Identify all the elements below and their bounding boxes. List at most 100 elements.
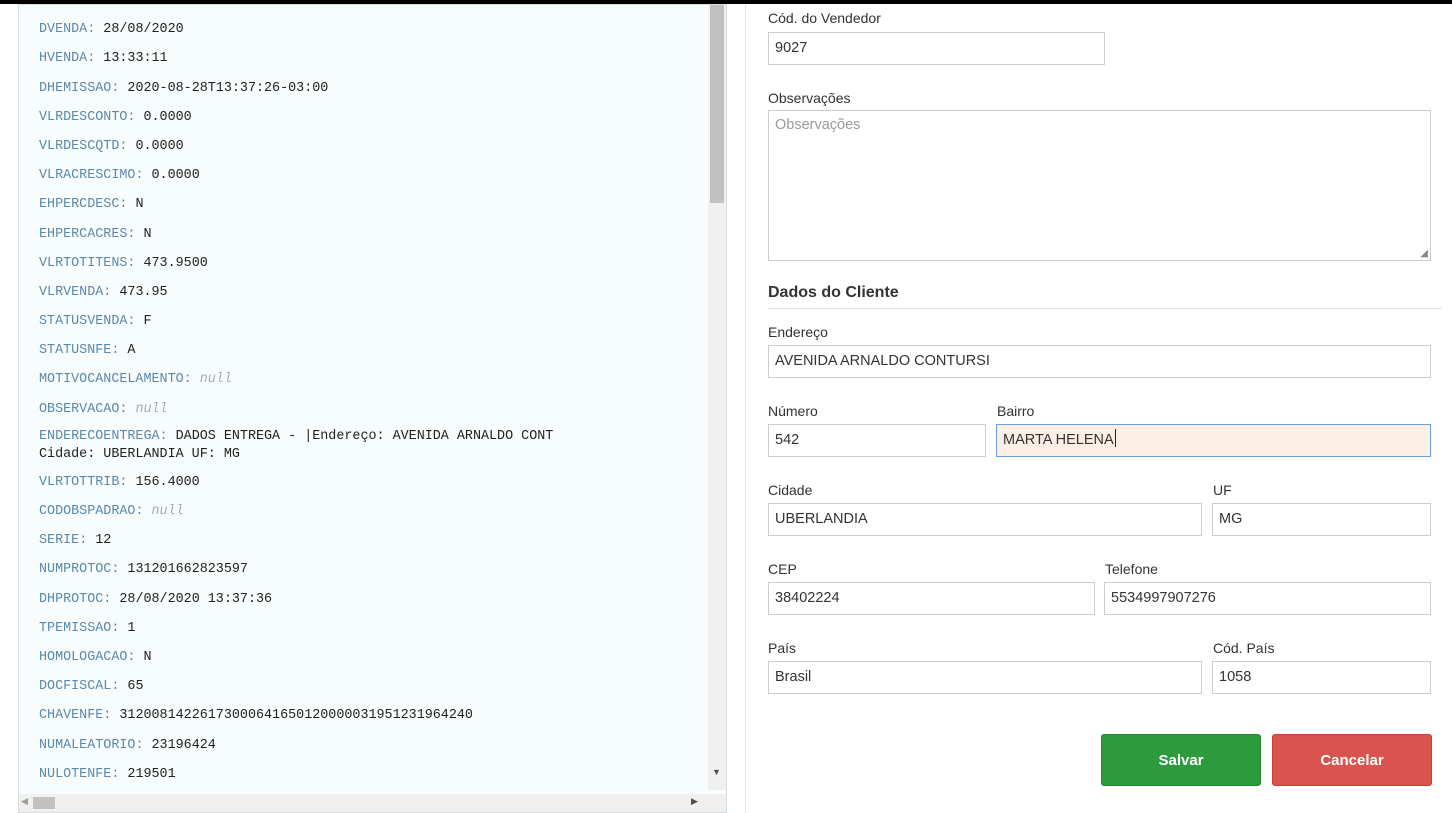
uf-input[interactable]: MG bbox=[1212, 503, 1431, 536]
json-line: DVENDA: 28/08/2020 bbox=[39, 15, 709, 44]
json-value: 156.4000 bbox=[135, 474, 200, 490]
resize-grip-icon[interactable]: ◢ bbox=[1420, 248, 1428, 259]
json-line: EHPERCACRES: N bbox=[39, 220, 709, 249]
uf-label: UF bbox=[1213, 482, 1232, 498]
json-value: 13:33:11 bbox=[103, 51, 168, 67]
scroll-left-arrow-icon[interactable]: ◀ bbox=[21, 796, 28, 807]
pais-input[interactable]: Brasil bbox=[768, 661, 1202, 694]
json-key: HVENDA bbox=[39, 51, 88, 67]
json-value: 0.0000 bbox=[151, 168, 200, 184]
json-line: SERIE: 12 bbox=[39, 526, 709, 555]
json-colon: : bbox=[111, 620, 128, 636]
json-colon: : bbox=[111, 766, 128, 782]
json-colon: : bbox=[135, 168, 152, 184]
cidade-input[interactable]: UBERLANDIA bbox=[768, 503, 1202, 536]
json-key: CODOBSPADRAO bbox=[39, 504, 136, 519]
json-line: VLRACRESCIMO: 0.0000 bbox=[39, 161, 709, 190]
json-key: DOCFISCAL bbox=[39, 679, 112, 695]
json-viewer[interactable]: NROCUPOFISCAL: 0190DVENDA: 28/08/2020HVE… bbox=[18, 4, 727, 813]
observacoes-textarea[interactable]: Observações ◢ bbox=[768, 110, 1431, 261]
json-line: EHPERCDESC: N bbox=[39, 190, 709, 219]
cod-pais-input[interactable]: 1058 bbox=[1212, 661, 1431, 694]
json-value: F bbox=[143, 314, 152, 330]
json-key: HOMOLOGACAO bbox=[39, 649, 128, 665]
horizontal-scrollbar[interactable]: ◀ ▶ bbox=[19, 794, 726, 812]
json-colon: : bbox=[103, 591, 120, 607]
text-caret bbox=[1114, 429, 1116, 447]
json-line: HVENDA: 13:33:11 bbox=[39, 44, 709, 73]
json-value: 219501 bbox=[127, 766, 176, 782]
json-colon: : bbox=[103, 284, 120, 300]
json-colon: : bbox=[127, 255, 144, 271]
horizontal-scroll-thumb[interactable] bbox=[33, 797, 55, 809]
json-key: VLRDESCQTD bbox=[39, 138, 120, 154]
bairro-label: Bairro bbox=[997, 403, 1035, 419]
json-key: SERIE bbox=[39, 533, 80, 549]
vertical-scroll-thumb[interactable] bbox=[710, 5, 724, 203]
bairro-input[interactable]: MARTA HELENA bbox=[996, 424, 1431, 457]
cancel-button[interactable]: Cancelar bbox=[1272, 734, 1432, 786]
json-line: DHPROTOC: 28/08/2020 13:37:36 bbox=[39, 585, 709, 614]
json-value: 28/08/2020 13:37:36 bbox=[119, 591, 273, 607]
json-key: DHEMISSAO bbox=[39, 80, 112, 96]
json-code: NROCUPOFISCAL: 0190DVENDA: 28/08/2020HVE… bbox=[39, 5, 709, 789]
numero-input[interactable]: 542 bbox=[768, 424, 986, 457]
json-key: NULOTENFE bbox=[39, 766, 112, 782]
json-colon: : bbox=[135, 504, 152, 519]
json-line: CODOBSPADRAO: null bbox=[39, 497, 709, 526]
json-line: VLRVENDA: 473.95 bbox=[39, 278, 709, 307]
vertical-scrollbar[interactable]: ▼ bbox=[708, 5, 726, 790]
json-key: STATUSNFE bbox=[39, 343, 112, 359]
json-key: TPEMISSAO bbox=[39, 620, 112, 636]
telefone-label: Telefone bbox=[1105, 561, 1158, 577]
save-button[interactable]: Salvar bbox=[1101, 734, 1261, 786]
json-line: VLRDESCONTO: 0.0000 bbox=[39, 103, 709, 132]
json-value: null bbox=[151, 504, 184, 519]
json-key: NROCUPOFISCAL bbox=[39, 5, 143, 8]
json-colon: : bbox=[183, 372, 200, 388]
json-key: OBSERVACAO bbox=[39, 401, 120, 417]
cep-input[interactable]: 38402224 bbox=[768, 582, 1095, 615]
telefone-input[interactable]: 5534997907276 bbox=[1104, 582, 1431, 615]
json-colon: : bbox=[119, 401, 136, 417]
json-colon: : bbox=[119, 197, 136, 213]
json-value: 0190 bbox=[160, 5, 192, 8]
json-value: N bbox=[143, 649, 152, 665]
json-value: 473.9500 bbox=[143, 255, 208, 271]
section-divider bbox=[768, 308, 1442, 309]
json-key: ENDERECOENTREGA bbox=[39, 428, 160, 444]
bairro-value: MARTA HELENA bbox=[1003, 432, 1114, 448]
json-colon: : bbox=[119, 138, 136, 154]
json-line: OBSERVACAO: null bbox=[39, 395, 709, 424]
json-line: STATUSVENDA: F bbox=[39, 307, 709, 336]
json-value: 1 bbox=[127, 620, 136, 636]
vendedor-input[interactable]: 9027 bbox=[768, 32, 1105, 65]
json-value: 28/08/2020 bbox=[103, 22, 184, 38]
observacoes-placeholder: Observações bbox=[775, 117, 861, 133]
json-key: STATUSVENDA bbox=[39, 314, 128, 330]
scroll-right-arrow-icon[interactable]: ▶ bbox=[691, 796, 698, 807]
json-value: 131201662823597 bbox=[127, 562, 248, 578]
endereco-input[interactable]: AVENIDA ARNALDO CONTURSI bbox=[768, 345, 1431, 378]
json-key: MOTIVOCANCELAMENTO bbox=[39, 372, 184, 388]
scroll-down-arrow-icon[interactable]: ▼ bbox=[712, 767, 721, 777]
json-value: 3120081422617300064165012000003195123196… bbox=[119, 708, 473, 724]
json-key: VLRTOTITENS bbox=[39, 255, 128, 271]
json-line: VLRTOTTRIB: 156.4000 bbox=[39, 468, 709, 497]
json-line: NULOTENFE: 219501 bbox=[39, 760, 709, 789]
json-line: VLRTOTITENS: 473.9500 bbox=[39, 249, 709, 278]
json-colon: : bbox=[87, 22, 104, 38]
json-value: null bbox=[135, 401, 168, 417]
json-value: 0.0000 bbox=[143, 109, 192, 125]
json-colon: : bbox=[111, 343, 128, 359]
json-line: NUMPROTOC: 131201662823597 bbox=[39, 555, 709, 584]
json-colon: : bbox=[111, 80, 128, 96]
json-colon: : bbox=[127, 109, 144, 125]
pais-label: País bbox=[768, 640, 797, 656]
json-key: VLRTOTTRIB bbox=[39, 474, 120, 490]
json-key: EHPERCACRES bbox=[39, 226, 128, 242]
json-line: TPEMISSAO: 1 bbox=[39, 614, 709, 643]
json-colon: : bbox=[111, 562, 128, 578]
json-value: A bbox=[127, 343, 136, 359]
json-key: VLRDESCONTO bbox=[39, 109, 128, 125]
